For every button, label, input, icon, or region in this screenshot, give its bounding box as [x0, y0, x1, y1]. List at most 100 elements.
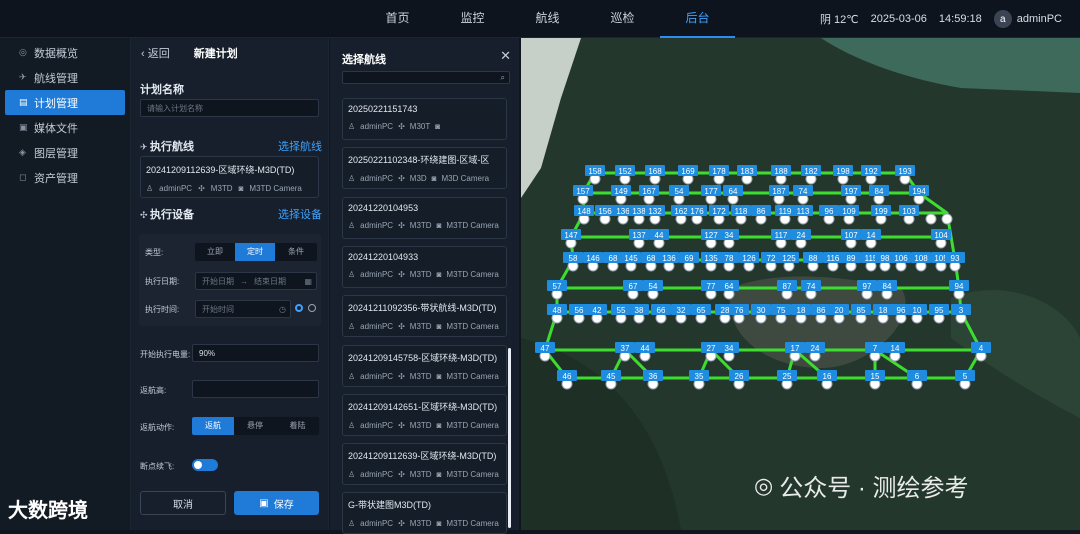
nav-home[interactable]: 首页 — [360, 0, 435, 38]
route-card[interactable]: 20250221151743 ♙ adminPC ✣ M30T ◙ — [342, 98, 507, 140]
sidebar-item-media[interactable]: ▣ 媒体文件 — [5, 115, 125, 140]
route-card[interactable]: 20241209112639-区域环绕-M3D(TD) ♙ adminPC ✣ M3TD… — [342, 443, 507, 486]
route-name: 20241209112639-区域环绕-M3D(TD) — [146, 165, 295, 175]
waypoint-label: 78 — [725, 254, 734, 263]
waypoint-label: 125 — [782, 254, 796, 263]
user-icon: ♙ — [348, 174, 356, 184]
waypoint-marker — [925, 213, 937, 225]
sidebar-item-label: 计划管理 — [34, 97, 78, 110]
selected-route-card[interactable]: 20241209112639-区域环绕-M3D(TD) ♙ adminPC ✣ M3… — [140, 156, 319, 198]
type-conditional[interactable]: 条件 — [275, 243, 317, 261]
sidebar-item-label: 图层管理 — [34, 147, 78, 160]
rth-return[interactable]: 返航 — [192, 417, 234, 435]
route-card[interactable]: G-带状建图M3D(TD) ♙ adminPC ✣ M3TD ◙ M3TD Camera — [342, 492, 507, 534]
time-input[interactable]: 开始时间 ◷ — [195, 300, 291, 318]
choose-device-link[interactable]: 选择设备 — [278, 206, 322, 222]
sidebar-item-route[interactable]: ✈ 航线管理 — [5, 65, 125, 90]
date-range-input[interactable]: 开始日期 → 结束日期 ▦ — [195, 272, 317, 290]
waypoint-label: 113 — [797, 207, 810, 216]
scrollbar[interactable] — [508, 348, 511, 528]
nav-backend[interactable]: 后台 — [660, 0, 735, 38]
waypoint-label: 48 — [553, 306, 562, 315]
cancel-button[interactable]: 取消 — [140, 491, 226, 515]
waypoint-marker — [941, 213, 953, 225]
route-search-input[interactable]: ⌕ — [342, 71, 510, 84]
choose-route-link[interactable]: 选择航线 — [278, 138, 322, 154]
route-card[interactable]: 20241220104953 ♙ adminPC ✣ M3TD ◙ M3TD Camera — [342, 196, 507, 239]
close-icon[interactable]: ✕ — [500, 48, 511, 64]
sidebar-item-asset[interactable]: ◻ 资产管理 — [5, 165, 125, 190]
route-card[interactable]: 20241211092356-带状航线-M3D(TD) ♙ adminPC ✣ M3TD… — [342, 295, 507, 338]
form-header: ‹ 返回 新建计划 — [131, 38, 328, 68]
plan-name-label: 计划名称 — [140, 84, 184, 96]
waypoint-label: 95 — [935, 306, 944, 315]
rth-land[interactable]: 着陆 — [276, 417, 319, 435]
waypoint-label: 96 — [825, 207, 834, 216]
search-icon: ⌕ — [500, 73, 505, 82]
nav-inspection[interactable]: 巡检 — [585, 0, 660, 38]
sidebar-item-layer[interactable]: ◈ 图层管理 — [5, 140, 125, 165]
back-button[interactable]: ‹ 返回 — [141, 45, 170, 61]
waypoint-label: 55 — [617, 306, 626, 315]
route-card-meta: ♙ adminPC ✣ M3TD ◙ M3TD Camera — [348, 519, 499, 529]
waypoint-label: 88 — [809, 254, 818, 263]
waypoint-label: 87 — [783, 282, 792, 291]
waypoint-label: 74 — [799, 187, 808, 196]
waypoint-label: 54 — [649, 282, 658, 291]
waypoint-label: 57 — [553, 282, 562, 291]
waypoint-label: 98 — [881, 254, 890, 263]
nav-monitor[interactable]: 监控 — [435, 0, 510, 38]
save-button[interactable]: ▣ 保存 — [234, 491, 319, 515]
route-card[interactable]: 20250221102348-环绕建图-区域-区 ♙ adminPC ✣ M3D ◙ M3D… — [342, 147, 507, 190]
waypoint-label: 34 — [725, 231, 734, 240]
camera-icon: ◙ — [436, 371, 442, 381]
nav-route[interactable]: 航线 — [510, 0, 585, 38]
waypoint-label: 145 — [624, 254, 638, 263]
waypoint-label: 84 — [875, 187, 884, 196]
map-view[interactable]: 158 152 168 169 178 183 188 182 198 192 193 157 149 1… — [521, 38, 1080, 530]
waypoint-label: 4 — [979, 344, 984, 353]
waypoint-label: 157 — [576, 187, 590, 196]
plan-name-input[interactable]: 请输入计划名称 — [140, 99, 319, 117]
waypoint-label: 15 — [871, 372, 880, 381]
route-card[interactable]: 20241209142651-区域环绕-M3D(TD) ♙ adminPC ✣ M3TD… — [342, 393, 507, 436]
waypoint-label: 183 — [740, 167, 754, 176]
battery-input[interactable]: 90% — [192, 344, 319, 362]
waypoint-label: 156 — [598, 207, 612, 216]
waypoint-label: 14 — [891, 344, 900, 353]
rth-hover[interactable]: 悬停 — [234, 417, 276, 435]
waypoint-label: 162 — [674, 207, 688, 216]
route-card[interactable]: 20241209145758-区域环绕-M3D(TD) ♙ adminPC ✣ M3TD… — [342, 344, 507, 387]
calendar-icon: ▦ — [304, 276, 312, 286]
waypoint-label: 197 — [844, 187, 858, 196]
waypoint-label: 178 — [712, 167, 726, 176]
resume-toggle[interactable] — [192, 459, 218, 471]
type-immediate[interactable]: 立即 — [195, 243, 235, 261]
waypoint-label: 6 — [915, 372, 920, 381]
main-nav: 首页 监控 航线 巡检 后台 — [360, 0, 735, 38]
route-card-meta: ♙ adminPC ✣ M3D ◙ M3D Camera — [348, 174, 490, 184]
rth-height-input[interactable] — [192, 380, 319, 398]
waypoint-label: 58 — [569, 254, 578, 263]
add-time-button[interactable] — [295, 304, 303, 312]
remove-time-button[interactable] — [308, 304, 316, 312]
waypoint-label: 69 — [685, 254, 694, 263]
type-scheduled[interactable]: 定时 — [235, 243, 275, 261]
drone-icon: ✣ — [398, 519, 405, 529]
route-card-meta: ♙ adminPC ✣ M3TD ◙ M3TD Camera — [348, 470, 499, 480]
route-card-meta: ♙ adminPC ✣ M3TD ◙ M3TD Camera — [348, 371, 499, 381]
user-icon: ♙ — [348, 269, 356, 279]
user-menu[interactable]: a adminPC — [993, 10, 1062, 28]
waypoint-label: 106 — [894, 254, 908, 263]
sidebar-item-overview[interactable]: ◎ 数据概览 — [5, 40, 125, 65]
route-card-name: 20241220104933 — [348, 251, 419, 262]
plan-form: ‹ 返回 新建计划 计划名称 请输入计划名称 ✈ 执行航线 选择航线 20241… — [131, 38, 329, 530]
route-card-name: G-带状建图M3D(TD) — [348, 500, 431, 511]
camera-icon: ◙ — [436, 322, 442, 332]
route-card[interactable]: 20241220104933 ♙ adminPC ✣ M3TD ◙ M3TD Camera — [342, 245, 507, 288]
waypoint-label: 85 — [857, 306, 866, 315]
route-meta: ♙ adminPC ✣ M3TD ◙ M3TD Camera — [146, 184, 302, 193]
waypoint-label: 192 — [864, 167, 878, 176]
sidebar-item-plan[interactable]: ▤ 计划管理 — [5, 90, 125, 115]
rth-height-label: 返航高: — [140, 386, 167, 395]
